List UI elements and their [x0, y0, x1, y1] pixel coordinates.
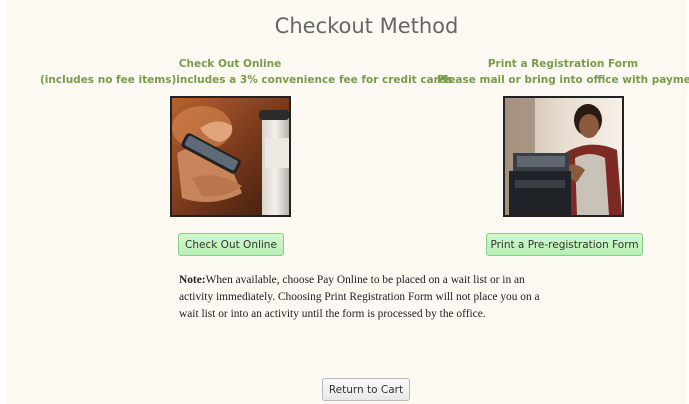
- return-to-cart-button[interactable]: Return to Cart: [322, 378, 410, 401]
- print-heading-block: Print a Registration Form Please mail or…: [437, 56, 689, 88]
- online-subheading: (includes no fee items)includes a 3% con…: [40, 74, 453, 86]
- online-heading-block: Check Out Online (includes no fee items)…: [40, 56, 453, 88]
- register-image: [505, 98, 622, 215]
- note-text: When available, choose Pay Online to be …: [179, 274, 540, 320]
- page-title: Checkout Method: [274, 14, 459, 38]
- online-photo: [170, 96, 291, 217]
- phone-coffee-image: [172, 98, 289, 215]
- print-preregistration-button[interactable]: Print a Pre-registration Form: [486, 233, 643, 256]
- note-paragraph: Note:When available, choose Pay Online t…: [179, 272, 559, 323]
- checkout-online-button[interactable]: Check Out Online: [178, 233, 284, 256]
- note-label: Note:: [179, 274, 206, 286]
- print-subheading: Please mail or bring into office with pa…: [437, 74, 689, 86]
- print-heading: Print a Registration Form: [487, 58, 639, 70]
- online-heading: Check Out Online: [178, 58, 282, 70]
- print-photo: [503, 96, 624, 217]
